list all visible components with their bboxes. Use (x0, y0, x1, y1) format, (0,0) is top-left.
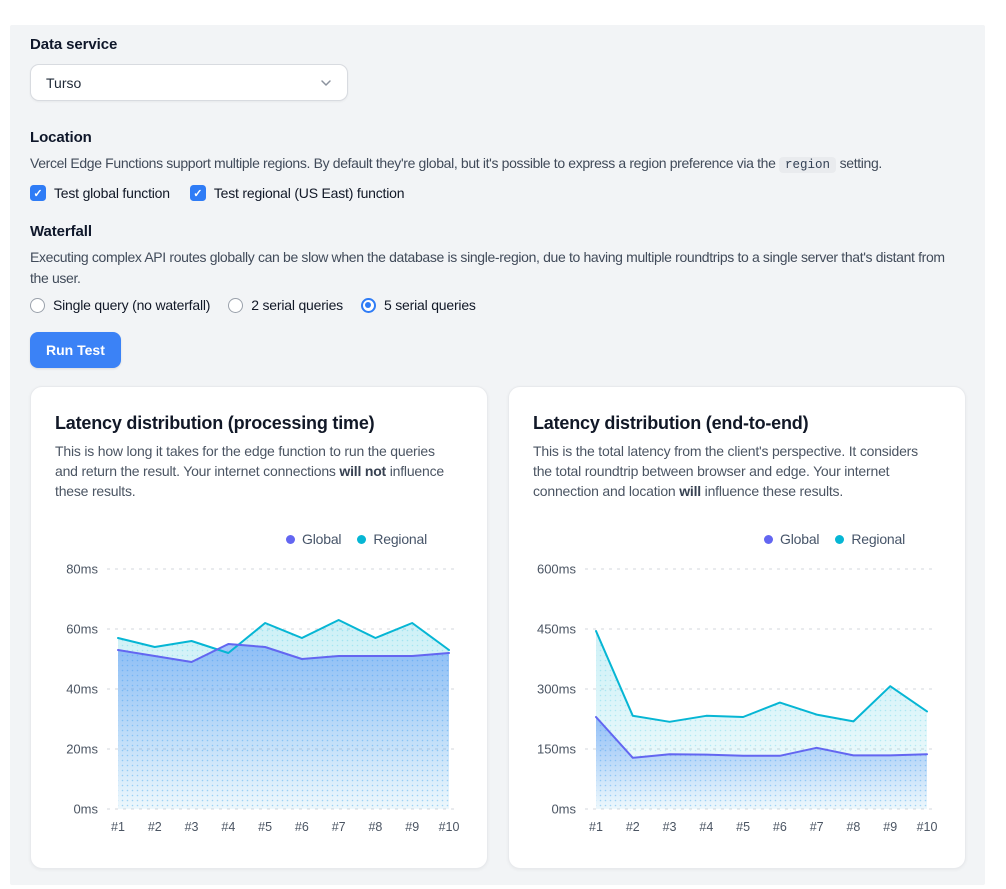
chart-title: Latency distribution (end-to-end) (533, 411, 941, 435)
svg-text:#6: #6 (773, 820, 787, 834)
data-service-selected-value: Turso (46, 75, 81, 91)
svg-text:0ms: 0ms (73, 802, 98, 817)
radio-icon[interactable] (361, 298, 376, 313)
chart-description: This is the total latency from the clien… (533, 441, 929, 501)
svg-text:0ms: 0ms (551, 802, 576, 817)
location-desc-pre: Vercel Edge Functions support multiple r… (30, 155, 779, 171)
legend-label: Global (302, 531, 341, 547)
chart-legend: Global Regional (533, 531, 905, 547)
region-code-chip: region (779, 157, 836, 173)
charts-row: Latency distribution (processing time) T… (30, 386, 965, 869)
global-dot-icon (764, 535, 773, 544)
chart-description: This is how long it takes for the edge f… (55, 441, 451, 501)
svg-text:#5: #5 (258, 820, 272, 834)
legend-label: Regional (851, 531, 905, 547)
radio-icon[interactable] (30, 298, 45, 313)
regional-dot-icon (835, 535, 844, 544)
location-desc-post: setting. (836, 155, 882, 171)
location-description: Vercel Edge Functions support multiple r… (30, 153, 965, 176)
svg-text:#4: #4 (221, 820, 235, 834)
chart-desc-post: influence these results. (701, 483, 843, 499)
svg-text:#9: #9 (883, 820, 897, 834)
checkbox-icon[interactable]: ✓ (30, 185, 46, 201)
card-end-to-end: Latency distribution (end-to-end) This i… (508, 386, 966, 869)
global-dot-icon (286, 535, 295, 544)
waterfall-heading: Waterfall (30, 223, 965, 240)
svg-text:#2: #2 (148, 820, 162, 834)
card-processing-time: Latency distribution (processing time) T… (30, 386, 488, 869)
waterfall-description: Executing complex API routes globally ca… (30, 247, 965, 289)
svg-text:150ms: 150ms (537, 742, 577, 757)
svg-text:#10: #10 (917, 820, 938, 834)
svg-text:#2: #2 (626, 820, 640, 834)
checkbox-test-global-function[interactable]: ✓ Test global function (30, 185, 170, 201)
chart-desc-bold: will (679, 483, 701, 499)
svg-text:#7: #7 (332, 820, 346, 834)
svg-text:#7: #7 (810, 820, 824, 834)
run-test-button[interactable]: Run Test (30, 332, 121, 368)
radio-5-serial-queries[interactable]: 5 serial queries (361, 297, 476, 313)
svg-text:#8: #8 (846, 820, 860, 834)
chart-legend: Global Regional (55, 531, 427, 547)
chevron-down-icon (318, 75, 334, 91)
checkbox-label: Test regional (US East) function (214, 185, 404, 201)
svg-text:300ms: 300ms (537, 682, 577, 697)
svg-text:#3: #3 (663, 820, 677, 834)
svg-text:40ms: 40ms (66, 682, 98, 697)
legend-item-global: Global (286, 531, 341, 547)
svg-text:450ms: 450ms (537, 622, 577, 637)
checkbox-test-regional-function[interactable]: ✓ Test regional (US East) function (190, 185, 404, 201)
checkbox-label: Test global function (54, 185, 170, 201)
svg-text:#9: #9 (405, 820, 419, 834)
legend-item-global: Global (764, 531, 819, 547)
main-panel: Data service Turso Location Vercel Edge … (10, 25, 985, 885)
svg-text:20ms: 20ms (66, 742, 98, 757)
legend-label: Regional (373, 531, 427, 547)
svg-text:#5: #5 (736, 820, 750, 834)
location-heading: Location (30, 129, 965, 146)
svg-text:#6: #6 (295, 820, 309, 834)
checkbox-icon[interactable]: ✓ (190, 185, 206, 201)
svg-text:#3: #3 (185, 820, 199, 834)
chart-title: Latency distribution (processing time) (55, 411, 463, 435)
regional-dot-icon (357, 535, 366, 544)
location-checkbox-group: ✓ Test global function ✓ Test regional (… (30, 185, 965, 201)
svg-text:#1: #1 (589, 820, 603, 834)
legend-label: Global (780, 531, 819, 547)
end-to-end-area-chart[interactable]: 0ms 150ms 300ms 450ms 600ms #1 #2 #3 #4 #5 #6 #7 #8 #… (533, 553, 943, 841)
radio-label: Single query (no waterfall) (53, 297, 210, 313)
chart-desc-bold: will not (339, 463, 386, 479)
legend-item-regional: Regional (357, 531, 427, 547)
svg-text:60ms: 60ms (66, 622, 98, 637)
svg-text:#8: #8 (368, 820, 382, 834)
svg-text:#1: #1 (111, 820, 125, 834)
processing-time-area-chart[interactable]: 0ms 20ms 40ms 60ms 80ms #1 #2 #3 #4 #5 #6 #7 #8 #9 #10 (55, 553, 465, 841)
radio-label: 5 serial queries (384, 297, 476, 313)
legend-item-regional: Regional (835, 531, 905, 547)
radio-icon[interactable] (228, 298, 243, 313)
svg-text:#4: #4 (699, 820, 713, 834)
waterfall-radio-group: Single query (no waterfall) 2 serial que… (30, 297, 965, 313)
data-service-heading: Data service (30, 36, 965, 53)
data-service-select[interactable]: Turso (30, 64, 348, 101)
radio-single-query[interactable]: Single query (no waterfall) (30, 297, 210, 313)
svg-text:#10: #10 (439, 820, 460, 834)
svg-text:600ms: 600ms (537, 562, 577, 577)
svg-text:80ms: 80ms (66, 562, 98, 577)
radio-2-serial-queries[interactable]: 2 serial queries (228, 297, 343, 313)
radio-label: 2 serial queries (251, 297, 343, 313)
